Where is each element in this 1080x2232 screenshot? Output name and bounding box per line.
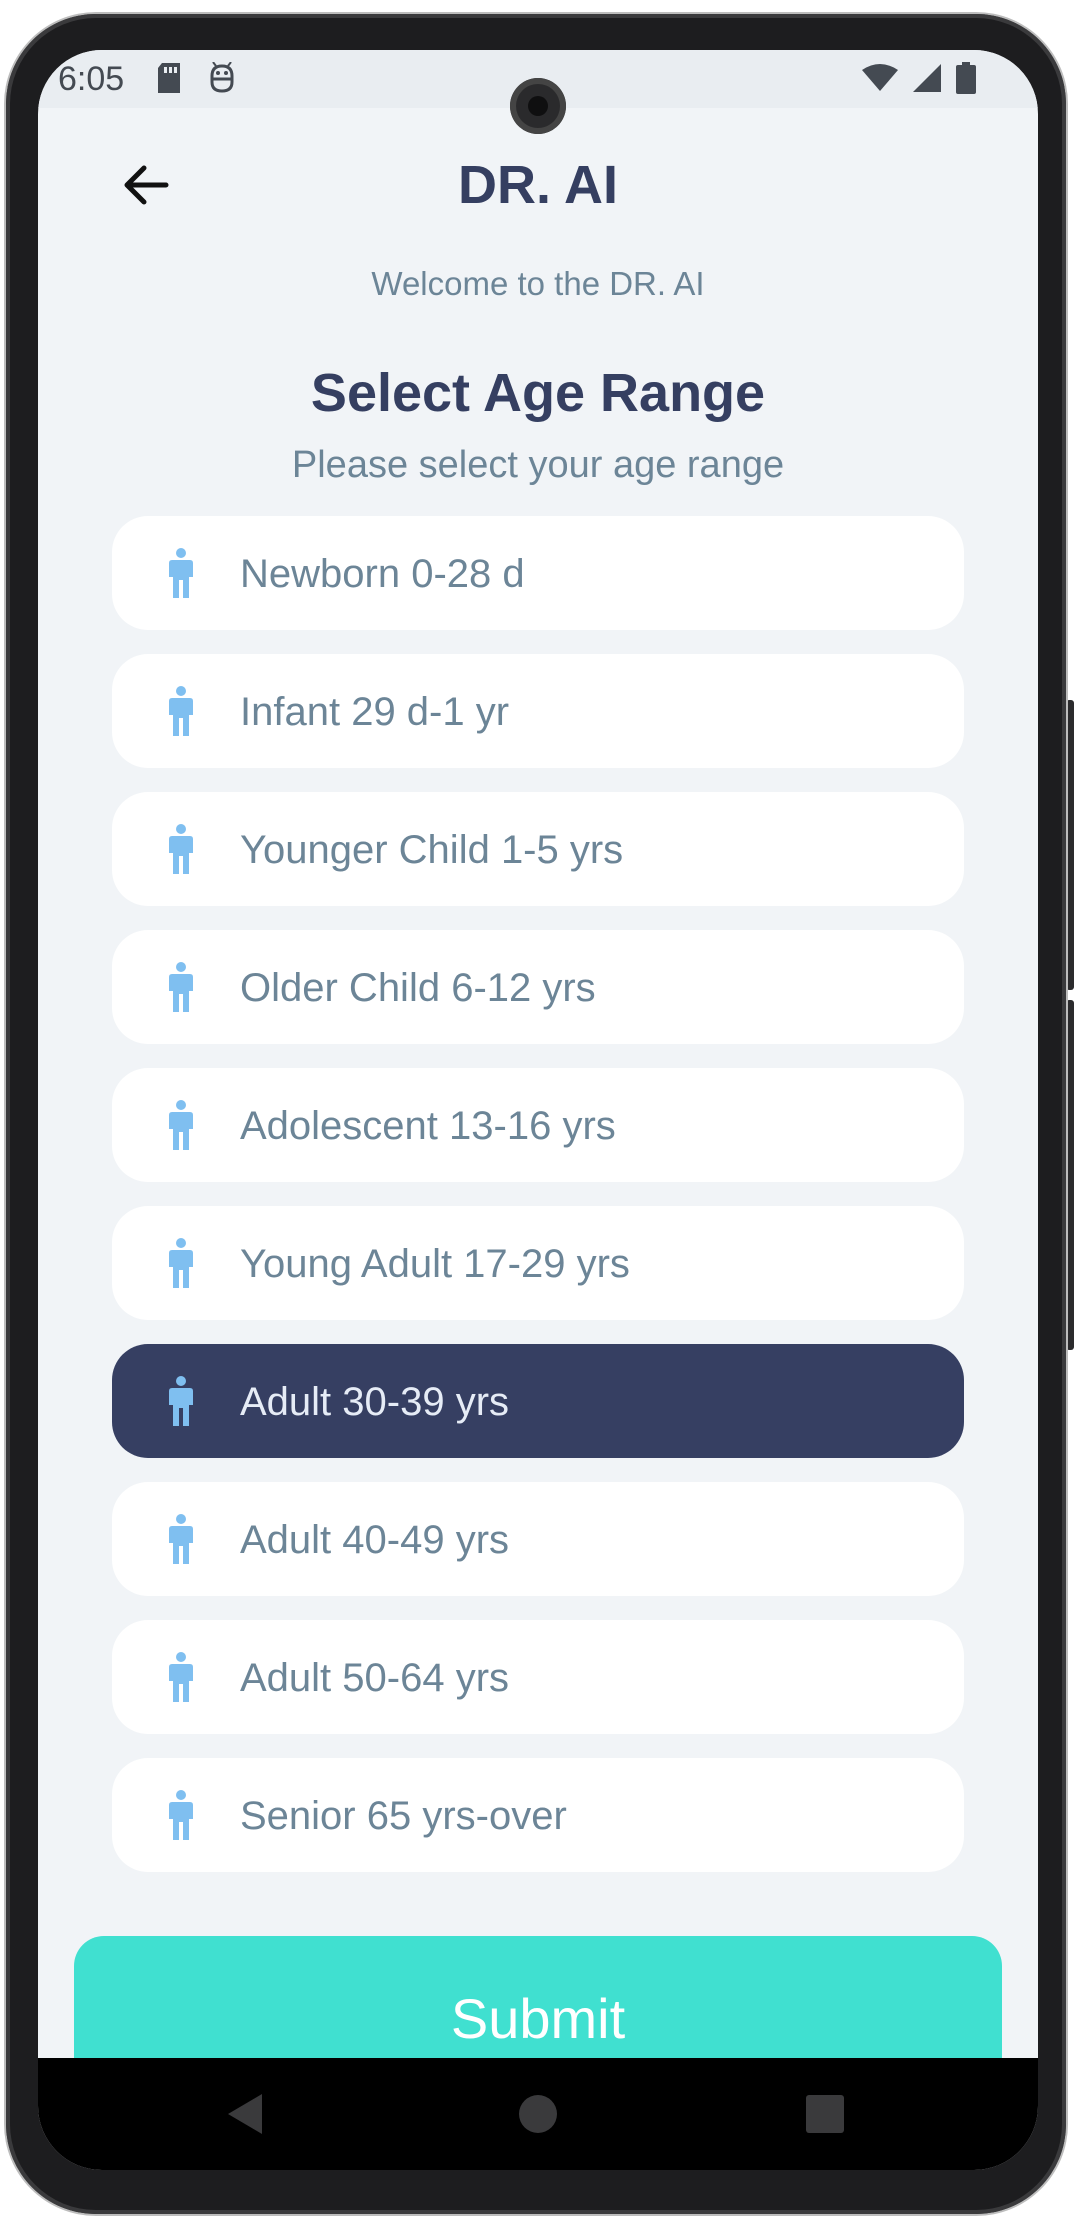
age-option[interactable]: Younger Child 1-5 yrs: [112, 792, 964, 906]
age-option-label: Young Adult 17-29 yrs: [240, 1242, 630, 1286]
signal-icon: [912, 63, 942, 98]
age-option[interactable]: Young Adult 17-29 yrs: [112, 1206, 964, 1320]
person-icon: [166, 824, 196, 874]
volume-button: [1066, 700, 1074, 990]
person-icon: [166, 686, 196, 736]
app-title: DR. AI: [458, 155, 618, 215]
welcome-text: Welcome to the DR. AI: [371, 265, 705, 302]
android-debug-icon: [208, 61, 236, 99]
nav-recents-icon[interactable]: [804, 2092, 846, 2141]
person-icon: [166, 1238, 196, 1288]
section-title: Select Age Range: [310, 363, 766, 423]
device-frame: 6:05 DR. AI Welcome to the DR. AI Select…: [0, 0, 1080, 2232]
nav-back-icon[interactable]: [224, 2092, 264, 2141]
battery-icon: [956, 62, 976, 99]
person-icon: [166, 962, 196, 1012]
power-button: [1066, 1000, 1074, 1350]
age-option-label: Infant 29 d-1 yr: [240, 690, 510, 734]
age-option[interactable]: Adult 50-64 yrs: [112, 1620, 964, 1734]
age-option[interactable]: Older Child 6-12 yrs: [112, 930, 964, 1044]
age-option-label: Adult 30-39 yrs: [240, 1380, 510, 1424]
navigation-bar: [38, 2058, 1038, 2170]
person-icon: [166, 1376, 196, 1426]
age-option[interactable]: Senior 65 yrs-over: [112, 1758, 964, 1872]
app-screen: 6:05 DR. AI Welcome to the DR. AI Select…: [38, 50, 1038, 2170]
age-option-label: Senior 65 yrs-over: [240, 1794, 567, 1838]
nav-home-icon[interactable]: [517, 2092, 559, 2141]
status-time: 6:05: [58, 60, 125, 98]
status-icons-right: [862, 62, 976, 99]
age-option-label: Newborn 0-28 d: [240, 552, 525, 596]
person-icon: [166, 1790, 196, 1840]
age-option-label: Adult 50-64 yrs: [240, 1656, 510, 1700]
age-option-label: Adult 40-49 yrs: [240, 1518, 510, 1562]
status-icons-left: [156, 61, 236, 99]
age-option[interactable]: Adolescent 13-16 yrs: [112, 1068, 964, 1182]
age-option[interactable]: Adult 30-39 yrs: [112, 1344, 964, 1458]
age-option[interactable]: Infant 29 d-1 yr: [112, 654, 964, 768]
age-range-list: Newborn 0-28 d Infant 29 d-1 yr Younger Ch…: [112, 516, 964, 1896]
front-camera: [510, 78, 566, 134]
person-icon: [166, 548, 196, 598]
age-option[interactable]: Newborn 0-28 d: [112, 516, 964, 630]
age-option[interactable]: Adult 40-49 yrs: [112, 1482, 964, 1596]
section-subtitle: Please select your age range: [291, 444, 785, 486]
person-icon: [166, 1514, 196, 1564]
wifi-icon: [862, 64, 898, 97]
age-option-label: Older Child 6-12 yrs: [240, 966, 596, 1010]
age-option-label: Adolescent 13-16 yrs: [240, 1104, 616, 1148]
person-icon: [166, 1100, 196, 1150]
age-option-label: Younger Child 1-5 yrs: [240, 828, 624, 872]
person-icon: [166, 1652, 196, 1702]
sd-card-icon: [156, 62, 182, 99]
